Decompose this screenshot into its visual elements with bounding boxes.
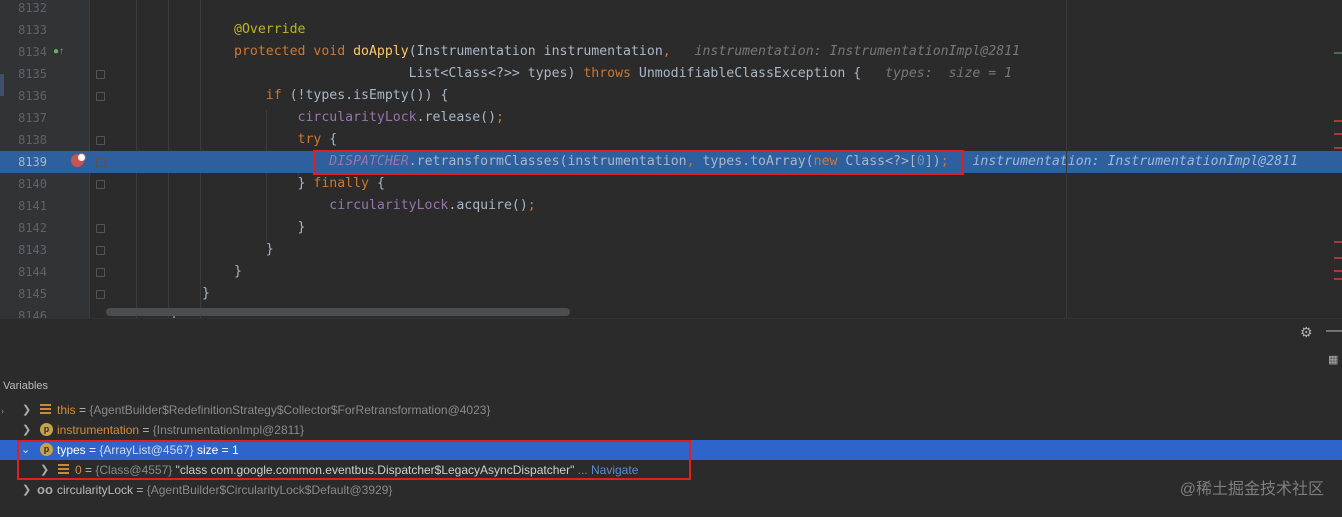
fold-marker-icon[interactable]	[96, 224, 105, 233]
code-editor[interactable]: 8132 8133 @Override 8134 protected void doAp…	[0, 0, 1342, 318]
error-stripe-mark[interactable]	[1334, 241, 1342, 243]
error-stripe-mark[interactable]	[1334, 133, 1342, 135]
error-stripe-mark[interactable]	[1334, 278, 1342, 280]
code-text: }	[234, 242, 274, 257]
error-stripe-mark[interactable]	[1334, 147, 1342, 149]
fold-marker-icon[interactable]	[96, 158, 105, 167]
expand-chevron-icon[interactable]: ❯	[22, 420, 31, 440]
horizontal-scrollbar[interactable]	[106, 308, 570, 316]
line-number: 8135	[18, 67, 47, 81]
code-text: List<Class<?>> types) throws Unmodifiabl…	[234, 66, 1013, 81]
line-number: 8141	[18, 199, 47, 213]
code-text: try {	[297, 132, 338, 147]
restore-layout-icon[interactable]: ▦	[1328, 353, 1338, 366]
line-number: 8138	[18, 133, 47, 147]
minimize-icon[interactable]: —	[1326, 322, 1342, 340]
code-line[interactable]: 8142 }	[0, 217, 1342, 239]
code-text: }	[202, 286, 210, 301]
variable-value: {AgentBuilder$CircularityLock$Default@39…	[146, 483, 393, 497]
debugger-panel: ⚙ — ▦ Variables › ‹ ❯ this = {AgentBuild…	[0, 318, 1342, 517]
field-list-icon	[40, 404, 51, 416]
line-number: 8136	[18, 89, 47, 103]
code-line[interactable]: 8135 List<Class<?>> types) throws Unmodi…	[0, 63, 1342, 85]
variable-value: {InstrumentationImpl@2811}	[152, 423, 305, 437]
variable-eq: =	[133, 483, 147, 497]
watch-oo-icon: oo	[37, 482, 53, 497]
variable-row-instrumentation[interactable]: ❯ p instrumentation = {InstrumentationIm…	[0, 420, 1342, 440]
breakpoint-check-icon	[77, 153, 86, 162]
fold-marker-icon[interactable]	[96, 180, 105, 189]
fold-marker-icon[interactable]	[96, 290, 105, 299]
code-text: }	[234, 220, 306, 235]
code-line[interactable]: 8137 circularityLock.release();	[0, 107, 1342, 129]
code-line[interactable]: 8133 @Override	[0, 19, 1342, 41]
fold-marker-icon[interactable]	[96, 92, 105, 101]
variable-row-circularitylock[interactable]: ❯ oo circularityLock = {AgentBuilder$Cir…	[0, 480, 1342, 500]
line-number: 8133	[18, 23, 47, 37]
fold-marker-icon[interactable]	[96, 136, 105, 145]
variable-eq: =	[75, 403, 90, 417]
code-text: circularityLock.release();	[297, 110, 504, 125]
code-line[interactable]: 8134 protected void doApply(Instrumentati…	[0, 41, 1342, 63]
code-text: protected void doApply(Instrumentation i…	[234, 44, 1021, 59]
error-stripe-mark[interactable]	[1334, 270, 1342, 272]
line-number: 8134	[18, 45, 47, 59]
variable-value: {AgentBuilder$RedefinitionStrategy$Colle…	[89, 403, 491, 417]
code-text: @Override	[234, 22, 306, 37]
override-method-icon[interactable]: ●↑	[53, 46, 64, 58]
line-number: 8144	[18, 265, 47, 279]
expand-chevron-icon[interactable]: ❯	[22, 480, 31, 500]
line-number: 8132	[18, 1, 47, 15]
error-stripe-mark[interactable]	[1334, 120, 1342, 122]
highlight-box	[17, 440, 691, 480]
variable-row-this[interactable]: ❯ this = {AgentBuilder$RedefinitionStrat…	[0, 400, 1342, 420]
code-text: if (!types.isEmpty()) {	[265, 88, 449, 103]
code-text: } finally {	[234, 176, 385, 191]
code-line[interactable]: 8143 }	[0, 239, 1342, 261]
right-margin-guide	[1066, 0, 1067, 318]
error-stripe-mark[interactable]	[1334, 257, 1342, 259]
code-line[interactable]: 8132	[0, 0, 1342, 19]
error-stripe-mark[interactable]	[1334, 52, 1342, 54]
code-line[interactable]: 8138 try {	[0, 129, 1342, 151]
variable-name: instrumentation	[57, 423, 140, 437]
variables-title: Variables	[3, 380, 49, 392]
fold-marker-icon[interactable]	[96, 268, 105, 277]
code-line[interactable]: 8144}	[0, 261, 1342, 283]
line-number: 8137	[18, 111, 47, 125]
variable-name: this	[57, 403, 76, 417]
line-number: 8140	[18, 177, 47, 191]
line-number: 8142	[18, 221, 47, 235]
fold-marker-icon[interactable]	[96, 70, 105, 79]
watermark: @稀土掘金技术社区	[1179, 481, 1324, 498]
code-text: circularityLock.acquire();	[329, 198, 536, 213]
line-number: 8145	[18, 287, 47, 301]
code-line[interactable]: 8141 circularityLock.acquire();	[0, 195, 1342, 217]
code-line[interactable]: 8145}	[0, 283, 1342, 305]
code-text: }	[234, 264, 242, 279]
variable-name: circularityLock	[57, 483, 134, 497]
variable-eq: =	[139, 423, 153, 437]
highlight-box	[313, 150, 964, 175]
expand-chevron-icon[interactable]: ❯	[22, 400, 31, 420]
parameter-icon: p	[40, 423, 53, 436]
code-line[interactable]: 8140 } finally {	[0, 173, 1342, 195]
line-number: 8139	[18, 155, 47, 169]
gear-icon[interactable]: ⚙	[1300, 324, 1313, 341]
line-number: 8143	[18, 243, 47, 257]
line-number: 8146	[18, 309, 47, 318]
code-line[interactable]: 8136 if (!types.isEmpty()) {	[0, 85, 1342, 107]
variables-tree[interactable]: ❯ this = {AgentBuilder$RedefinitionStrat…	[0, 398, 1342, 517]
fold-marker-icon[interactable]	[96, 246, 105, 255]
debugger-toolbar: ⚙ — ▦	[0, 318, 1342, 377]
